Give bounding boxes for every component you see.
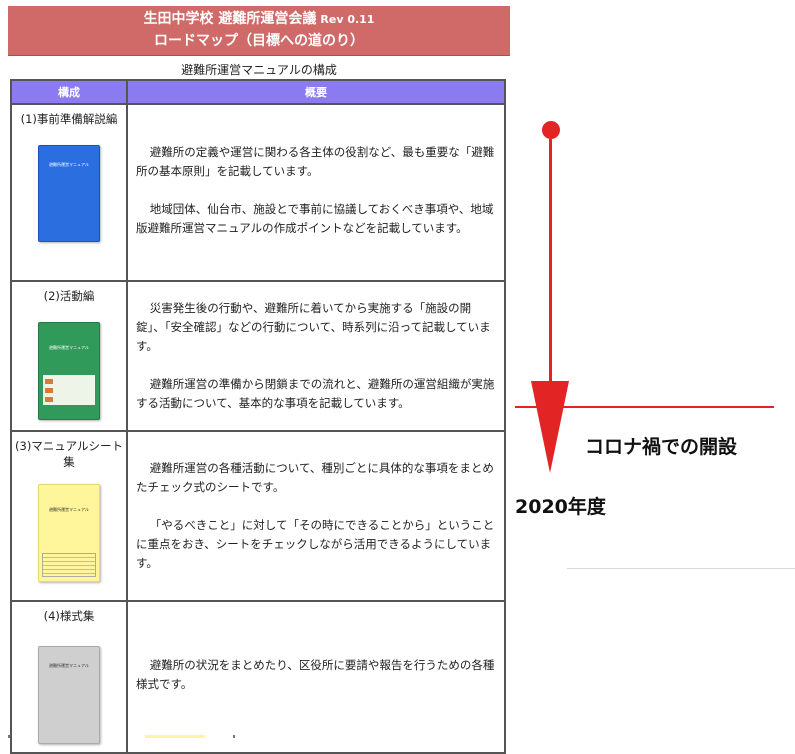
footer-mark <box>233 735 235 738</box>
table-row: (2)活動編 避難所運営マニュアル 災害発生後の行動や、避難所に着いてから実施す… <box>10 280 506 432</box>
manual-cover-thumbnail: 避難所運営マニュアル <box>38 484 100 582</box>
revision-label: Rev 0.11 <box>320 13 375 26</box>
description-paragraph: 災害発生後の行動や、避難所に着いてから実施する「施設の開錠」、「安全確認」などの… <box>136 301 491 353</box>
page-title: 生田中学校 避難所運営会議 Rev 0.11 <box>8 11 510 28</box>
title-text: 生田中学校 避難所運営会議 <box>143 11 317 27</box>
timeline-arrow-head <box>531 381 569 473</box>
table-caption: 避難所運営マニュアルの構成 <box>181 63 337 77</box>
divider-line <box>567 568 795 569</box>
cover-label: 避難所運営マニュアル <box>49 663 89 668</box>
manual-structure-table: 構成 概要 (1)事前準備解説編 避難所運営マニュアル 避難所の定義や運営に関わ… <box>10 79 506 754</box>
row-name: (4)様式集 <box>43 609 95 623</box>
cover-label: 避難所運営マニュアル <box>49 162 89 167</box>
timeline-line <box>549 139 552 382</box>
description-paragraph: 避難所の状況をまとめたり、区役所に要請や報告を行うための各種様式です。 <box>136 658 495 691</box>
title-banner: 生田中学校 避難所運営会議 Rev 0.11 ロードマップ（目標への道のり） <box>8 6 510 55</box>
cover-table-graphic <box>42 553 96 577</box>
table-header-row: 構成 概要 <box>10 79 506 105</box>
row-name-cell: (2)活動編 避難所運営マニュアル <box>10 280 128 432</box>
timeline-year-label: 2020年度 <box>515 496 606 518</box>
table-row: (4)様式集 避難所運営マニュアル 避難所の状況をまとめたり、区役所に要請や報告… <box>10 600 506 754</box>
manual-cover-thumbnail: 避難所運営マニュアル <box>38 646 100 744</box>
row-name-cell: (3)マニュアルシート集 避難所運営マニュアル <box>10 430 128 602</box>
cover-label: 避難所運営マニュアル <box>49 507 89 512</box>
manual-cover-thumbnail: 避難所運営マニュアル <box>38 322 100 420</box>
row-name: (1)事前準備解説編 <box>20 112 118 126</box>
footer-mark <box>145 735 205 738</box>
cover-illustration <box>43 375 95 405</box>
timeline-marker-line <box>515 406 774 408</box>
description-paragraph: 地域団体、仙台市、施設とで事前に協議しておくべき事項や、地域版避難所運営マニュア… <box>136 202 494 235</box>
manual-cover-thumbnail: 避難所運営マニュアル <box>38 145 100 242</box>
table-row: (3)マニュアルシート集 避難所運営マニュアル 避難所運営の各種活動について、種… <box>10 430 506 602</box>
timeline-event-label: コロナ禍での開設 <box>585 436 738 458</box>
table-row: (1)事前準備解説編 避難所運営マニュアル 避難所の定義や運営に関わる各主体の役… <box>10 103 506 282</box>
column-header-structure: 構成 <box>10 79 128 105</box>
description-paragraph: 避難所運営の準備から閉鎖までの流れと、避難所の運営組織が実施する活動について、基… <box>136 377 495 410</box>
row-description-cell: 避難所の状況をまとめたり、区役所に要請や報告を行うための各種様式です。 <box>126 600 506 754</box>
description-paragraph: 避難所の定義や運営に関わる各主体の役割など、最も重要な「避難所の基本原則」を記載… <box>136 145 495 178</box>
row-description-cell: 避難所運営の各種活動について、種別ごとに具体的な事項をまとめたチェック式のシート… <box>126 430 506 602</box>
timeline-start-dot <box>542 121 560 139</box>
row-name: (2)活動編 <box>43 289 95 303</box>
footer-mark <box>8 735 10 738</box>
row-description-cell: 避難所の定義や運営に関わる各主体の役割など、最も重要な「避難所の基本原則」を記載… <box>126 103 506 282</box>
row-name-cell: (1)事前準備解説編 避難所運営マニュアル <box>10 103 128 282</box>
row-name-cell: (4)様式集 避難所運営マニュアル <box>10 600 128 754</box>
description-paragraph: 避難所運営の各種活動について、種別ごとに具体的な事項をまとめたチェック式のシート… <box>136 461 494 494</box>
cover-label: 避難所運営マニュアル <box>49 345 89 350</box>
column-header-overview: 概要 <box>126 79 506 105</box>
row-description-cell: 災害発生後の行動や、避難所に着いてから実施する「施設の開錠」、「安全確認」などの… <box>126 280 506 432</box>
row-name: (3)マニュアルシート集 <box>15 439 123 469</box>
page-subtitle: ロードマップ（目標への道のり） <box>154 33 364 49</box>
description-paragraph: 「やるべきこと」に対して「その時にできることから」ということに重点をおき、シート… <box>136 518 495 570</box>
